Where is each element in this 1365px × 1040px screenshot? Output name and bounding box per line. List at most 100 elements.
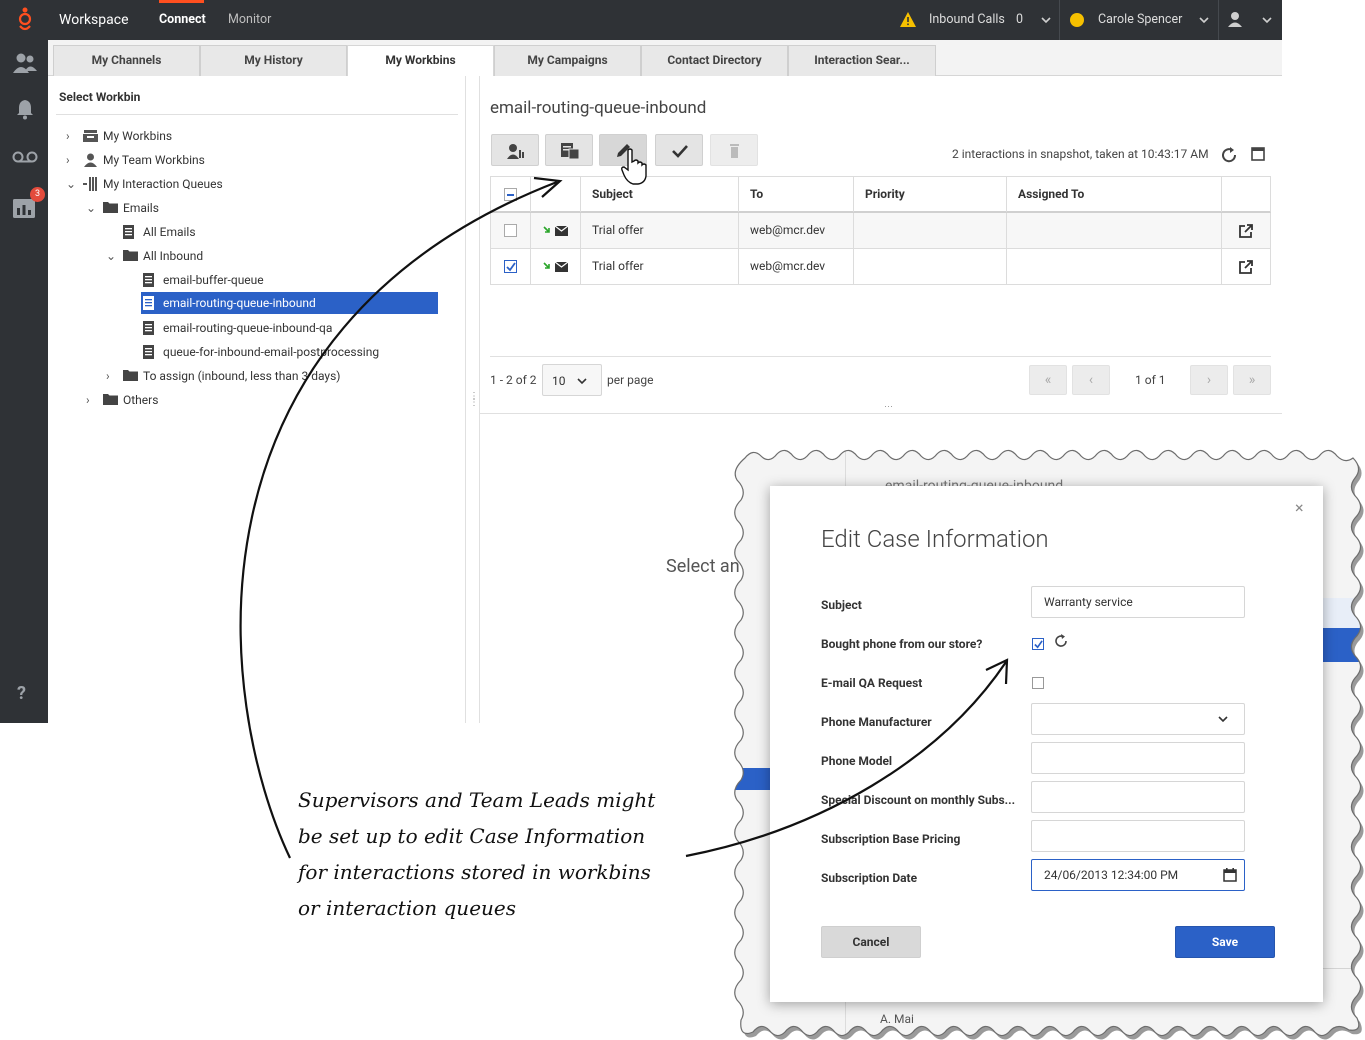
tree-item-all-inbound[interactable]: ⌄ All Inbound [106, 245, 446, 267]
nav-monitor[interactable]: Monitor [228, 0, 271, 40]
tree-item-to-assign[interactable]: › To assign (inbound, less than 3 days) [106, 365, 446, 387]
main-tabs: My Channels My History My Workbins My Ca… [48, 40, 1282, 77]
folder-icon [123, 370, 138, 381]
drag-handle-icon[interactable]: ⋯ [884, 402, 894, 412]
nav-connect[interactable]: Connect [159, 0, 206, 40]
per-page-select[interactable]: 10 [542, 364, 602, 396]
top-bar: Workspace Connect Monitor Inbound Calls … [0, 0, 1282, 40]
chevron-right-icon[interactable]: › [86, 389, 96, 411]
tab-contact-directory[interactable]: Contact Directory [641, 45, 788, 76]
chevron-down-icon[interactable]: ⌄ [86, 197, 96, 219]
next-page-button[interactable]: › [1190, 365, 1228, 395]
chevron-down-icon [577, 378, 587, 385]
tree-item-all-emails[interactable]: All Emails [106, 221, 446, 243]
open-external-icon[interactable] [1239, 260, 1253, 274]
field-label-phone-manufacturer: Phone Manufacturer [821, 715, 932, 729]
close-icon[interactable]: × [1295, 498, 1304, 517]
select-all-cell[interactable] [491, 177, 531, 212]
tree-item-my-interaction-queues[interactable]: ⌄ My Interaction Queues [66, 173, 446, 195]
tree-item-email-buffer-queue[interactable]: email-buffer-queue [126, 269, 438, 291]
chevron-down-icon[interactable]: ⌄ [106, 245, 116, 267]
select-all-checkbox[interactable] [504, 188, 517, 201]
tab-my-workbins[interactable]: My Workbins [347, 45, 494, 77]
tree-item-my-team-workbins[interactable]: › My Team Workbins [66, 149, 446, 171]
checkmark-icon [506, 262, 516, 272]
save-button[interactable]: Save [1175, 926, 1275, 958]
edit-case-button[interactable] [599, 134, 647, 166]
contacts-icon[interactable] [12, 52, 38, 74]
first-page-button[interactable]: « [1029, 365, 1067, 395]
column-header-subject[interactable]: Subject [581, 177, 739, 212]
calendar-icon[interactable] [1223, 868, 1237, 882]
table-row[interactable]: Trial offer web@mcr.dev [490, 213, 1271, 249]
actions-column-header [1222, 177, 1270, 212]
help-icon[interactable]: ? [17, 683, 26, 704]
tree-item-my-workbins[interactable]: › My Workbins [66, 125, 446, 147]
warning-icon [900, 12, 916, 27]
voicemail-icon[interactable] [12, 150, 38, 164]
row-select-cell[interactable] [491, 213, 531, 248]
inbound-calls-label[interactable]: Inbound Calls [929, 0, 1005, 40]
tree-item-emails[interactable]: ⌄ Emails [86, 197, 446, 219]
refresh-icon[interactable] [1220, 146, 1238, 164]
inbound-email-icon [543, 262, 569, 272]
side-navigation: 3 ? [0, 40, 48, 723]
user-settings-icon[interactable] [1227, 11, 1243, 28]
row-select-cell[interactable] [491, 249, 531, 284]
open-cell[interactable] [1222, 213, 1270, 248]
subscription-date-input[interactable]: 24/06/2013 12:34:00 PM [1031, 859, 1245, 891]
open-cell[interactable] [1222, 249, 1270, 284]
open-external-icon[interactable] [1239, 224, 1253, 238]
tab-my-history[interactable]: My History [200, 45, 347, 76]
reset-icon[interactable] [1054, 634, 1068, 648]
delete-button[interactable] [710, 134, 758, 166]
inbound-calls-count: 0 [1016, 12, 1024, 27]
drag-handle-icon[interactable]: ⋮ ⋮ [469, 392, 479, 408]
snapshot-status: 2 interactions in snapshot, taken at 10:… [952, 147, 1209, 161]
special-discount-input[interactable] [1031, 781, 1245, 813]
last-page-button[interactable]: » [1233, 365, 1271, 395]
tree-item-others[interactable]: › Others [86, 389, 446, 411]
tab-interaction-search[interactable]: Interaction Sear... [788, 45, 936, 76]
vertical-splitter[interactable]: ⋮ ⋮ [466, 76, 480, 723]
bought-phone-checkbox[interactable] [1032, 638, 1044, 650]
chevron-right-icon[interactable]: › [66, 149, 76, 171]
chevron-down-icon[interactable] [1041, 13, 1051, 27]
table-row[interactable]: Trial offer web@mcr.dev [490, 249, 1271, 285]
maximize-icon[interactable] [1251, 147, 1265, 161]
screenshot-stage: Workspace Connect Monitor Inbound Calls … [0, 0, 1365, 1040]
chevron-down-icon[interactable] [1199, 13, 1209, 27]
phone-manufacturer-select[interactable] [1031, 703, 1245, 735]
chevron-right-icon[interactable]: › [66, 125, 76, 147]
type-column-header[interactable] [531, 177, 581, 212]
subscription-base-pricing-input[interactable] [1031, 820, 1245, 852]
tab-my-channels[interactable]: My Channels [53, 45, 200, 76]
bell-icon[interactable] [15, 98, 35, 120]
topbar-divider [1059, 0, 1060, 40]
mark-done-button[interactable] [655, 134, 703, 166]
previous-page-button[interactable]: ‹ [1072, 365, 1110, 395]
column-header-priority[interactable]: Priority [854, 177, 1007, 212]
user-name[interactable]: Carole Spencer [1098, 0, 1182, 40]
move-to-queue-button[interactable] [545, 134, 593, 166]
tree-label: email-routing-queue-inbound-qa [163, 321, 333, 335]
phone-model-input[interactable] [1031, 742, 1245, 774]
assign-button[interactable] [491, 134, 539, 166]
email-qa-checkbox[interactable] [1032, 677, 1044, 689]
column-header-to[interactable]: To [739, 177, 854, 212]
horizontal-splitter[interactable]: ⋯ [480, 402, 1282, 414]
chevron-down-icon[interactable] [1262, 13, 1272, 27]
cancel-button[interactable]: Cancel [821, 926, 921, 958]
row-checkbox[interactable] [504, 224, 517, 237]
tree-item-email-routing-queue-inbound-qa[interactable]: email-routing-queue-inbound-qa [126, 317, 438, 339]
tree-item-email-routing-queue-inbound[interactable]: email-routing-queue-inbound [141, 292, 438, 314]
chevron-down-icon [1218, 716, 1228, 723]
subject-input[interactable]: Warranty service [1031, 586, 1245, 618]
tree-item-queue-for-inbound-email-postprocessing[interactable]: queue-for-inbound-email-postprocessing [126, 341, 438, 363]
row-checkbox[interactable] [504, 260, 517, 273]
tab-my-campaigns[interactable]: My Campaigns [494, 45, 641, 76]
chevron-right-icon[interactable]: › [106, 365, 116, 387]
status-clock-icon[interactable] [1070, 13, 1084, 27]
chevron-down-icon[interactable]: ⌄ [66, 173, 76, 195]
column-header-assigned-to[interactable]: Assigned To [1007, 177, 1222, 212]
